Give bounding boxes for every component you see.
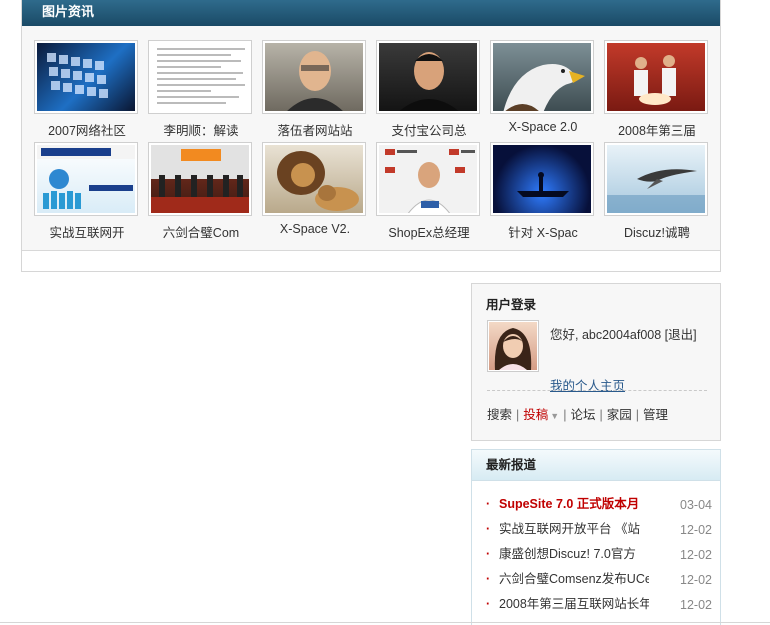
boat-photo-icon bbox=[493, 145, 591, 213]
interview-photo-icon bbox=[379, 145, 477, 213]
chevron-down-icon[interactable]: ▼ bbox=[550, 411, 559, 421]
nav-forum-link[interactable]: 论坛 bbox=[570, 408, 595, 422]
ceremony-photo-icon bbox=[607, 43, 705, 111]
photo-thumbnail[interactable] bbox=[148, 142, 252, 216]
news-item-title[interactable]: 2008年第三届互联网站长年 bbox=[499, 594, 649, 614]
bullet-icon: · bbox=[486, 547, 491, 561]
photo-item[interactable]: 针对 X-Spac bbox=[490, 142, 596, 241]
portrait-photo-icon bbox=[379, 43, 477, 111]
news-item-title[interactable]: 六剑合璧Comsenz发布UCe bbox=[499, 569, 649, 589]
photo-item[interactable]: X-Space V2. bbox=[262, 142, 368, 236]
login-box-title: 用户登录 bbox=[486, 298, 537, 312]
bullet-icon: · bbox=[486, 522, 491, 536]
news-item-date: 12-02 bbox=[680, 523, 712, 537]
photo-item[interactable]: 李明顺：解读 bbox=[148, 40, 254, 139]
news-item-title[interactable]: 康盛创想Discuz! 7.0官方 bbox=[499, 544, 649, 564]
photo-caption[interactable]: X-Space V2. bbox=[262, 222, 368, 236]
personal-homepage-link[interactable]: 我的个人主页 bbox=[550, 375, 625, 394]
photo-thumbnail[interactable] bbox=[604, 40, 708, 114]
lion-photo-icon bbox=[265, 145, 363, 213]
portrait-photo-icon bbox=[265, 43, 363, 111]
photo-thumbnail[interactable] bbox=[148, 40, 252, 114]
photo-item[interactable]: 2007网络社区 bbox=[34, 40, 140, 139]
stage-photo-icon bbox=[151, 145, 249, 213]
news-item-title[interactable]: 实战互联网开放平台 《站 bbox=[499, 519, 649, 539]
photo-thumbnail[interactable] bbox=[604, 142, 708, 216]
photo-caption[interactable]: X-Space 2.0 bbox=[490, 120, 596, 134]
photo-caption[interactable]: 2008年第三届 bbox=[604, 120, 710, 139]
latest-news-box: 最新报道 · SupeSite 7.0 正式版本月 03-04 · 实战互联网开… bbox=[471, 449, 721, 625]
frame-right-border bbox=[720, 0, 721, 272]
separator: | bbox=[599, 408, 603, 422]
news-item-title[interactable]: SupeSite 7.0 正式版本月 bbox=[499, 494, 649, 514]
photo-news-panel: 图片资讯 2007网络社区 李明顺：解读 落伍者网站站 支付宝公司总 X-Spa… bbox=[22, 0, 720, 251]
bird-photo-icon bbox=[607, 145, 705, 213]
photo-thumbnail[interactable] bbox=[34, 40, 138, 114]
document-photo-icon bbox=[151, 43, 249, 111]
photo-thumbnail[interactable] bbox=[376, 142, 480, 216]
photo-thumbnail[interactable] bbox=[262, 142, 366, 216]
news-list: · SupeSite 7.0 正式版本月 03-04 · 实战互联网开放平台 《… bbox=[486, 494, 712, 619]
news-item[interactable]: · SupeSite 7.0 正式版本月 03-04 bbox=[486, 494, 712, 519]
photo-caption[interactable]: 落伍者网站站 bbox=[262, 120, 368, 139]
frame-bottom-border bbox=[21, 271, 721, 272]
separator: | bbox=[563, 408, 567, 422]
photo-thumbnail[interactable] bbox=[490, 142, 594, 216]
photo-item[interactable]: Discuz!诚聘 bbox=[604, 142, 710, 241]
photo-caption[interactable]: 李明顺：解读 bbox=[148, 120, 254, 139]
photo-thumbnail[interactable] bbox=[490, 40, 594, 114]
photo-thumbnail[interactable] bbox=[34, 142, 138, 216]
photo-item[interactable]: 落伍者网站站 bbox=[262, 40, 368, 139]
news-item-date: 12-02 bbox=[680, 548, 712, 562]
photo-item[interactable]: 2008年第三届 bbox=[604, 40, 710, 139]
photo-caption[interactable]: 实战互联网开 bbox=[34, 222, 140, 241]
photo-caption[interactable]: 2007网络社区 bbox=[34, 120, 140, 139]
photo-caption[interactable]: ShopEx总经理 bbox=[376, 222, 482, 241]
page-bottom-border bbox=[0, 622, 770, 623]
photo-news-title: 图片资讯 bbox=[22, 0, 720, 26]
nav-admin-link[interactable]: 管理 bbox=[643, 408, 668, 422]
photo-caption[interactable]: 支付宝公司总 bbox=[376, 120, 482, 139]
nav-home-link[interactable]: 家园 bbox=[607, 408, 632, 422]
news-item-date: 12-02 bbox=[680, 573, 712, 587]
news-item-date: 12-02 bbox=[680, 598, 712, 612]
nav-search-link[interactable]: 搜索 bbox=[487, 408, 512, 422]
divider bbox=[487, 390, 707, 391]
news-item[interactable]: · 康盛创想Discuz! 7.0官方 12-02 bbox=[486, 544, 712, 569]
news-item[interactable]: · 六剑合璧Comsenz发布UCe 12-02 bbox=[486, 569, 712, 594]
separator: | bbox=[516, 408, 520, 422]
news-item[interactable]: · 2008年第三届互联网站长年 12-02 bbox=[486, 594, 712, 619]
bullet-icon: · bbox=[486, 597, 491, 611]
latest-news-title: 最新报道 bbox=[472, 450, 720, 481]
photo-caption[interactable]: 六剑合璧Com bbox=[148, 222, 254, 241]
bullet-icon: · bbox=[486, 572, 491, 586]
user-greeting: 您好, abc2004af008 [退出] bbox=[550, 328, 697, 342]
photo-caption[interactable]: 针对 X-Spac bbox=[490, 222, 596, 241]
conference-photo-icon bbox=[37, 43, 135, 111]
news-item-date: 03-04 bbox=[680, 498, 712, 512]
user-avatar-icon bbox=[489, 322, 537, 370]
photo-item[interactable]: ShopEx总经理 bbox=[376, 142, 482, 241]
event-banner-photo-icon bbox=[37, 145, 135, 213]
user-nav: 搜索 | 投稿 ▼ | 论坛 | 家园 | 管理 bbox=[487, 404, 668, 423]
photo-item[interactable]: 六剑合璧Com bbox=[148, 142, 254, 241]
user-login-box: 用户登录 您好, abc2004af008 [退出] 我的个人主页 搜索 | 投稿 ▼… bbox=[471, 283, 721, 441]
bullet-icon: · bbox=[486, 497, 491, 511]
photo-item[interactable]: X-Space 2.0 bbox=[490, 40, 596, 134]
photo-thumbnail[interactable] bbox=[262, 40, 366, 114]
separator: | bbox=[635, 408, 639, 422]
news-item[interactable]: · 实战互联网开放平台 《站 12-02 bbox=[486, 519, 712, 544]
photo-thumbnail[interactable] bbox=[376, 40, 480, 114]
photo-item[interactable]: 实战互联网开 bbox=[34, 142, 140, 241]
nav-post-link[interactable]: 投稿 bbox=[523, 408, 548, 422]
avatar[interactable] bbox=[487, 320, 539, 372]
eagle-photo-icon bbox=[493, 43, 591, 111]
photo-item[interactable]: 支付宝公司总 bbox=[376, 40, 482, 139]
photo-caption[interactable]: Discuz!诚聘 bbox=[604, 222, 710, 241]
